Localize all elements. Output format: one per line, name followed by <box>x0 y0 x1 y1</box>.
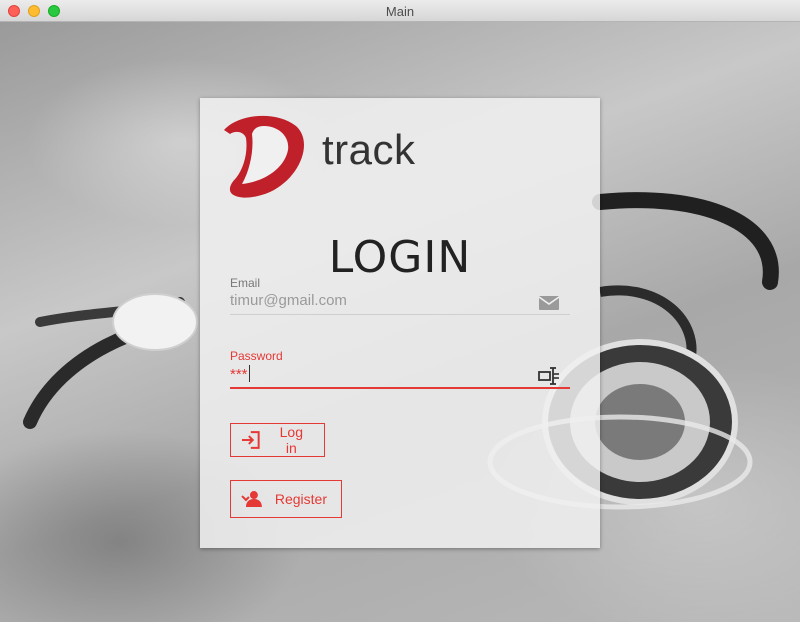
email-input[interactable]: timur@gmail.com <box>230 292 570 315</box>
text-cursor-icon <box>538 367 559 385</box>
email-label: Email <box>230 276 261 290</box>
register-button-label: Register <box>274 491 327 507</box>
email-value: timur@gmail.com <box>230 292 347 309</box>
window-title: Main <box>385 4 415 19</box>
title-bar: Main <box>0 0 800 22</box>
password-input[interactable]: *** <box>230 365 570 389</box>
register-button[interactable]: Register <box>230 480 342 518</box>
login-button-label: Log in <box>279 424 303 456</box>
login-button[interactable]: Log in <box>230 423 325 457</box>
brand-name: track <box>322 126 416 173</box>
password-field[interactable]: Password *** <box>230 349 570 389</box>
password-value: *** <box>230 366 248 383</box>
email-field[interactable]: Email timur@gmail.com <box>230 276 570 315</box>
user-add-icon <box>241 491 262 507</box>
login-panel: track LOGIN Email timur@gmail.com Passwo… <box>200 98 600 548</box>
text-caret <box>248 365 250 382</box>
app-window: Main track LOGIN Email timur@gmail.com P… <box>0 0 800 622</box>
brand-logo-icon <box>224 115 304 198</box>
password-label: Password <box>230 349 283 363</box>
envelope-icon <box>538 296 560 310</box>
login-arrow-icon <box>241 431 260 449</box>
